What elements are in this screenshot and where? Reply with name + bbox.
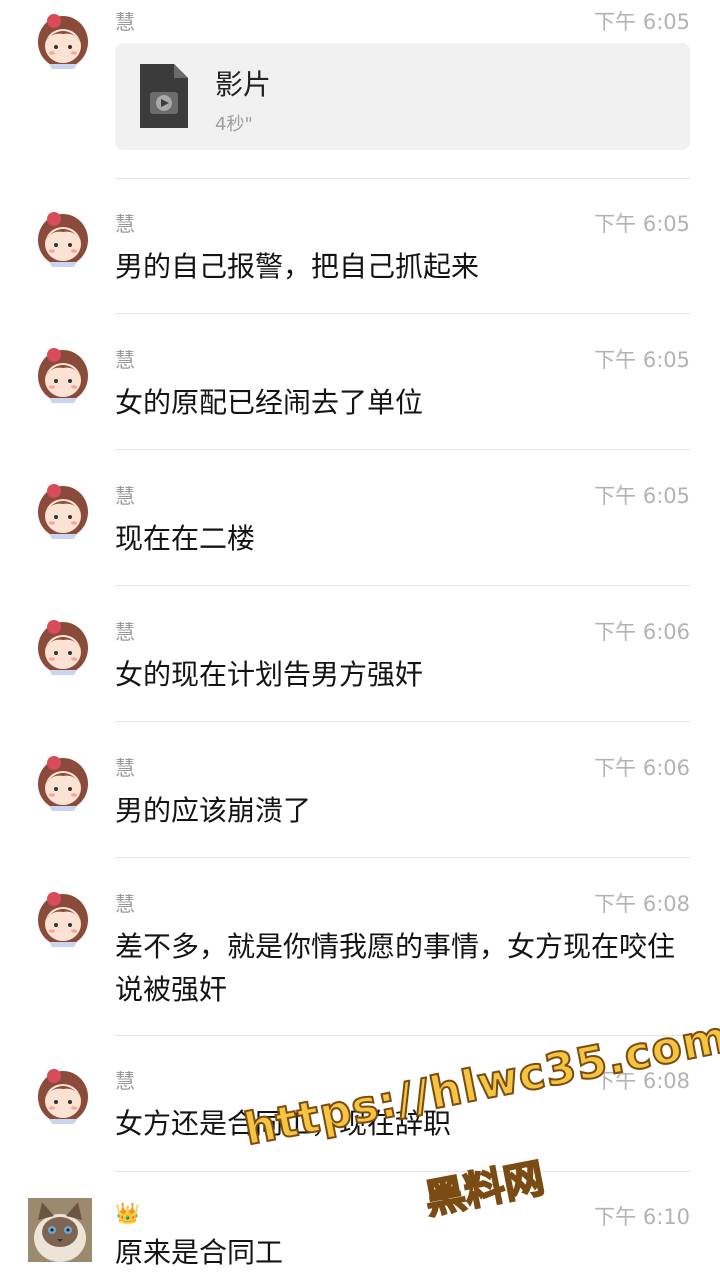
file-duration: 4秒" [215,114,253,135]
sender-name: 慧 [115,348,135,372]
sender-name: 慧 [115,620,135,644]
message-time: 下午 6:06 [594,756,690,780]
sender-name: 慧 [115,1069,135,1093]
message-text: 女的原配已经闹去了单位 [115,386,424,419]
message-text: 差不多，就是你情我愿的事情，女方现在咬住说被强奸 [115,930,676,1006]
message-time: 下午 6:06 [594,620,690,644]
message-text: 原来是合同工 [115,1236,284,1269]
message-text: 男的应该崩溃了 [115,794,312,827]
divider [115,585,690,586]
divider [115,1171,690,1172]
message-time: 下午 6:05 [594,212,690,236]
divider [115,449,690,450]
divider [115,857,690,858]
sender-avatar[interactable] [34,12,92,70]
message-time: 下午 6:08 [594,1069,690,1093]
video-file-card[interactable]: 影片 4秒" [115,43,690,150]
message-text: 现在在二楼 [115,522,256,555]
message-text: 女方还是合同工，现在辞职 [115,1107,452,1140]
sender-avatar[interactable] [34,754,92,812]
sender-name: 慧 [115,212,135,236]
message-text: 女的现在计划告男方强奸 [115,658,424,691]
sender-name: 慧 [115,10,135,34]
divider [115,178,690,179]
sender-avatar-cat[interactable] [28,1198,92,1262]
message-time: 下午 6:08 [594,892,690,916]
message-time: 下午 6:10 [594,1205,690,1229]
sender-name: 慧 [115,756,135,780]
watermark-site-name: 黑料网 [420,1154,549,1224]
message-text: 男的自己报警，把自己抓起来 [115,250,480,283]
sender-name: 慧 [115,892,135,916]
sender-avatar[interactable] [34,1067,92,1125]
divider [115,721,690,722]
sender-name: 慧 [115,484,135,508]
message-time: 下午 6:05 [594,348,690,372]
sender-name: 👑 [115,1201,140,1225]
sender-avatar[interactable] [34,890,92,948]
message-time: 下午 6:05 [594,10,690,34]
sender-avatar[interactable] [34,210,92,268]
file-name: 影片 [215,68,272,101]
sender-avatar[interactable] [34,346,92,404]
sender-avatar[interactable] [34,618,92,676]
video-file-icon [140,64,188,128]
message-time: 下午 6:05 [594,484,690,508]
sender-avatar[interactable] [34,482,92,540]
divider [115,1035,690,1036]
divider [115,313,690,314]
